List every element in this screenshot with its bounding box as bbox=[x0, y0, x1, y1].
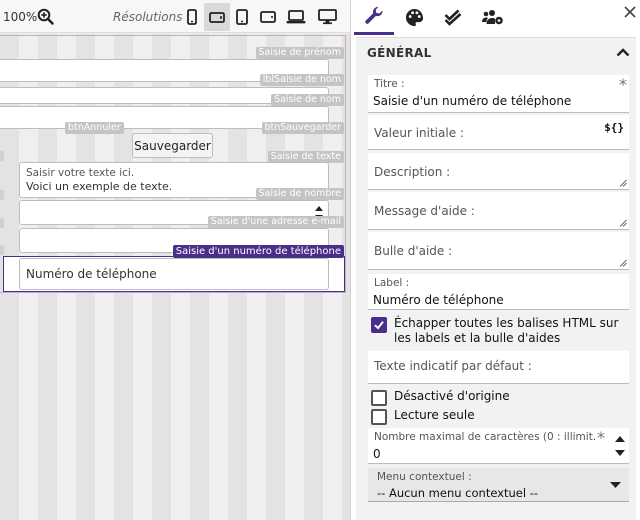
desactive-checkbox[interactable] bbox=[371, 390, 387, 406]
echapper-html-checkbox[interactable] bbox=[371, 317, 387, 333]
desactive-label: Désactivé d'origine bbox=[394, 389, 510, 403]
required-asterisk: * bbox=[619, 75, 627, 94]
variable-badge[interactable]: ${} bbox=[604, 121, 624, 134]
save-button[interactable]: Sauvegarder bbox=[132, 133, 213, 158]
lecture-seule-checkbox[interactable] bbox=[371, 409, 387, 425]
panel-tabs bbox=[351, 0, 640, 35]
max-chars-field[interactable]: Nombre maximal de caractères (0 : illimi… bbox=[368, 428, 629, 464]
caption-saisie-nombre: Saisie de nombre bbox=[255, 188, 344, 200]
section-title: GÉNÉRAL bbox=[367, 46, 432, 60]
chevron-up-icon[interactable] bbox=[616, 47, 630, 57]
zoom-in-icon[interactable] bbox=[37, 8, 54, 25]
close-icon[interactable] bbox=[623, 5, 637, 19]
tablet-portrait-button[interactable] bbox=[229, 3, 255, 31]
menu-contextuel-value: -- Aucun menu contextuel -- bbox=[377, 486, 539, 500]
max-chars-label: Nombre maximal de caractères (0 : illimi… bbox=[374, 431, 596, 443]
zoom-level: 100% bbox=[3, 10, 38, 24]
label-field[interactable]: Label : Numéro de téléphone bbox=[368, 274, 629, 310]
row-marker bbox=[0, 190, 4, 200]
message-aide-label: Message d'aide : bbox=[374, 204, 475, 218]
valeur-initiale-label: Valeur initiale : bbox=[374, 126, 464, 140]
caption-btn-sauvegarder: btnSauvegarder bbox=[261, 122, 344, 134]
label-value: Numéro de téléphone bbox=[373, 293, 504, 307]
tablet-landscape-icon bbox=[260, 11, 276, 23]
phone-landscape-icon bbox=[209, 11, 225, 23]
caption-saisie-email: Saisie d'une adresse e-mail bbox=[207, 216, 344, 228]
canvas-toolbar: 100% Résolutions : bbox=[0, 0, 350, 33]
caret-down-icon bbox=[610, 482, 621, 488]
resize-handle-icon[interactable] bbox=[619, 219, 627, 227]
row-marker bbox=[0, 151, 4, 161]
palette-icon bbox=[405, 8, 423, 27]
lecture-seule-checkbox-row[interactable]: Lecture seule bbox=[371, 408, 475, 425]
resize-handle-icon[interactable] bbox=[619, 259, 627, 267]
tablet-landscape-button[interactable] bbox=[255, 3, 281, 31]
desactive-checkbox-row[interactable]: Désactivé d'origine bbox=[371, 389, 510, 406]
laptop-button[interactable] bbox=[283, 3, 309, 31]
wrench-icon bbox=[365, 6, 383, 24]
section-header[interactable]: GÉNÉRAL bbox=[356, 38, 636, 68]
textarea-placeholder: Saisir votre texte ici. bbox=[26, 167, 135, 179]
phone-portrait-icon bbox=[187, 9, 197, 25]
valeur-initiale-field[interactable]: Valeur initiale : ${} bbox=[368, 115, 629, 150]
caption-btn-annuler: btnAnnuler bbox=[65, 122, 124, 134]
desktop-button[interactable] bbox=[314, 3, 340, 31]
general-section: GÉNÉRAL Titre : Saisie d'un numéro de té… bbox=[356, 37, 636, 520]
form-designer-window: 100% Résolutions : Saisie de prénom lblS… bbox=[0, 0, 640, 520]
designer-canvas-area: 100% Résolutions : Saisie de prénom lblS… bbox=[0, 0, 350, 520]
number-spinner-icon[interactable] bbox=[614, 432, 626, 460]
phone-portrait-button[interactable] bbox=[179, 3, 205, 31]
properties-panel: GÉNÉRAL Titre : Saisie d'un numéro de té… bbox=[350, 0, 640, 520]
users-cog-icon bbox=[482, 10, 503, 25]
check-double-icon bbox=[444, 9, 462, 26]
laptop-icon bbox=[286, 10, 306, 24]
menu-contextuel-select[interactable]: Menu contextuel : -- Aucun menu contextu… bbox=[368, 468, 629, 502]
form-canvas[interactable]: Saisie de prénom lblSaisie de nom Saisie… bbox=[0, 34, 350, 520]
caption-saisie-prenom: Saisie de prénom bbox=[255, 47, 344, 59]
echapper-html-checkbox-row[interactable]: Échapper toutes les balises HTML sur les… bbox=[371, 316, 631, 346]
description-field[interactable]: Description : bbox=[368, 153, 629, 190]
phone-input[interactable]: Numéro de téléphone bbox=[19, 258, 329, 290]
titre-value: Saisie d'un numéro de téléphone bbox=[373, 94, 572, 108]
tab-validation[interactable] bbox=[433, 0, 473, 35]
texte-indicatif-field[interactable]: Texte indicatif par défaut : bbox=[368, 351, 629, 384]
row-marker bbox=[0, 218, 4, 228]
description-label: Description : bbox=[374, 165, 451, 179]
titre-field[interactable]: Titre : Saisie d'un numéro de téléphone … bbox=[368, 75, 629, 113]
check-icon bbox=[374, 321, 384, 330]
caption-saisie-nom: Saisie de nom bbox=[271, 94, 344, 106]
bulle-aide-label: Bulle d'aide : bbox=[374, 244, 453, 258]
tablet-portrait-icon bbox=[236, 9, 248, 25]
phone-landscape-button[interactable] bbox=[204, 3, 230, 31]
label-label: Label : bbox=[374, 277, 410, 289]
caption-saisie-telephone: Saisie d'un numéro de téléphone bbox=[172, 245, 344, 258]
max-chars-value: 0 bbox=[373, 447, 381, 461]
tab-permissions[interactable] bbox=[473, 0, 513, 35]
menu-contextuel-label: Menu contextuel : bbox=[377, 471, 472, 483]
texte-indicatif-label: Texte indicatif par défaut : bbox=[374, 359, 532, 373]
caption-lbl-saisie-nom: lblSaisie de nom bbox=[259, 74, 344, 86]
required-asterisk: * bbox=[597, 428, 605, 447]
tab-general[interactable] bbox=[354, 0, 394, 35]
tab-style[interactable] bbox=[394, 0, 434, 35]
desktop-icon bbox=[317, 9, 337, 25]
echapper-html-label: Échapper toutes les balises HTML sur les… bbox=[394, 316, 619, 345]
resize-handle-icon[interactable] bbox=[619, 179, 627, 187]
row-marker bbox=[0, 245, 4, 255]
bulle-aide-field[interactable]: Bulle d'aide : bbox=[368, 232, 629, 270]
titre-label: Titre : bbox=[374, 78, 405, 90]
lecture-seule-label: Lecture seule bbox=[394, 408, 475, 422]
message-aide-field[interactable]: Message d'aide : bbox=[368, 192, 629, 230]
